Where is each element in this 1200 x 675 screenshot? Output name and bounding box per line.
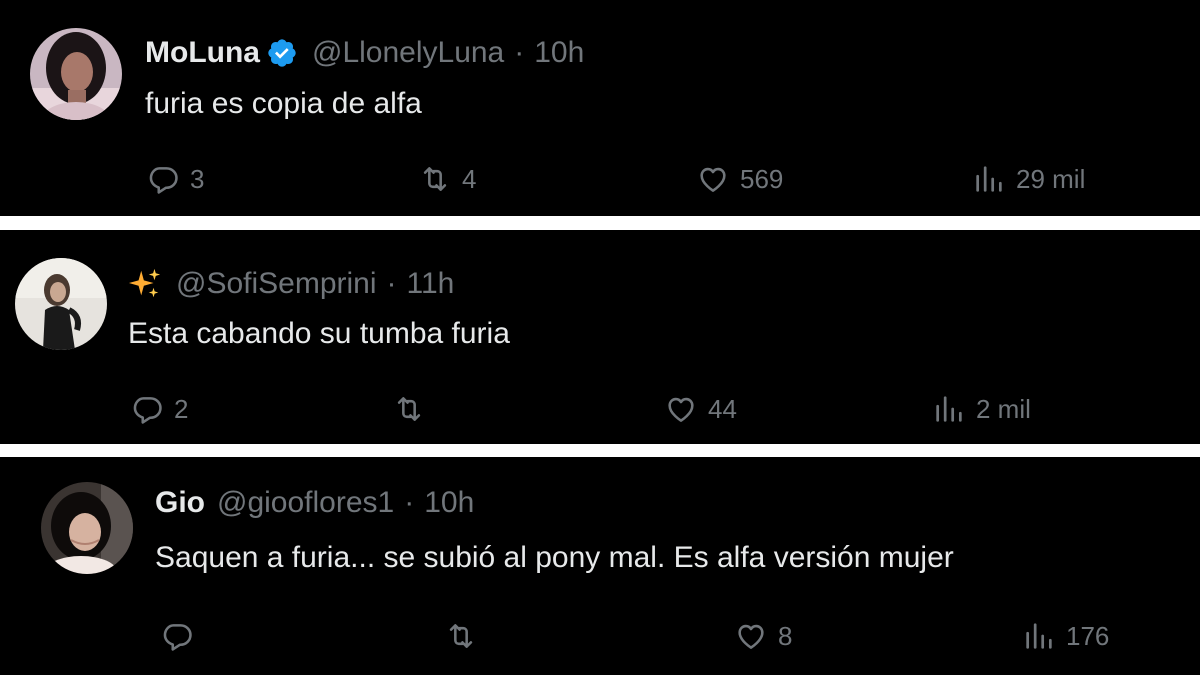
- like-count: 569: [740, 164, 784, 194]
- views-count: 2 mil: [976, 394, 1031, 424]
- tweet-header: @SofiSemprini · 11h: [128, 266, 454, 302]
- heart-icon: [738, 624, 764, 649]
- timestamp[interactable]: 11h: [407, 266, 455, 302]
- views-button[interactable]: 29 mil: [972, 162, 1085, 196]
- retweet-button[interactable]: [392, 392, 436, 426]
- sparkles-icon: [128, 267, 162, 301]
- views-button[interactable]: 2 mil: [932, 392, 1031, 426]
- like-button[interactable]: 8: [734, 619, 792, 653]
- separator-dot: ·: [514, 36, 525, 69]
- tweet-card[interactable]: Gio @giooflores1 · 10h Saquen a furia...…: [0, 457, 1200, 675]
- reply-count: 3: [190, 164, 205, 194]
- views-chart-icon: [1026, 623, 1052, 649]
- views-chart-icon: [976, 166, 1002, 192]
- separator-dot: ·: [404, 486, 415, 519]
- like-button[interactable]: 569: [696, 162, 783, 196]
- verified-badge-icon: [266, 37, 298, 69]
- retweet-button[interactable]: 4: [418, 162, 476, 196]
- reply-icon: [149, 167, 178, 194]
- retweet-count: 4: [462, 164, 477, 194]
- tweet-card[interactable]: MoLuna @LlonelyLuna · 10h furia es copia…: [0, 0, 1200, 216]
- tweet-text: Esta cabando su tumba furia: [128, 317, 510, 350]
- like-count: 8: [778, 621, 793, 651]
- avatar[interactable]: [41, 482, 133, 574]
- user-handle[interactable]: @LlonelyLuna: [312, 35, 504, 71]
- timestamp[interactable]: 10h: [534, 35, 584, 71]
- reply-count: 2: [174, 394, 189, 424]
- display-name[interactable]: Gio: [155, 485, 205, 521]
- avatar[interactable]: [30, 28, 122, 120]
- retweet-icon: [449, 624, 473, 648]
- user-handle[interactable]: @giooflores1: [217, 485, 394, 521]
- tweet-card[interactable]: @SofiSemprini · 11h Esta cabando su tumb…: [0, 230, 1200, 444]
- retweet-icon: [423, 167, 447, 191]
- user-handle[interactable]: @SofiSemprini: [176, 266, 377, 302]
- tweet-text: Saquen a furia... se subió al pony mal. …: [155, 541, 954, 574]
- retweet-icon: [397, 397, 421, 421]
- separator-dot: ·: [386, 267, 397, 300]
- avatar[interactable]: [15, 258, 107, 350]
- views-count: 176: [1066, 621, 1110, 651]
- heart-icon: [700, 167, 726, 192]
- like-button[interactable]: 44: [664, 392, 737, 426]
- retweet-button[interactable]: [444, 619, 488, 653]
- timestamp[interactable]: 10h: [424, 485, 474, 521]
- like-count: 44: [708, 394, 737, 424]
- tweet-text: furia es copia de alfa: [145, 87, 422, 120]
- reply-button[interactable]: [160, 619, 204, 653]
- display-name[interactable]: MoLuna: [145, 35, 260, 71]
- views-chart-icon: [936, 396, 962, 422]
- views-count: 29 mil: [1016, 164, 1086, 194]
- reply-button[interactable]: 2: [130, 392, 188, 426]
- heart-icon: [668, 397, 694, 422]
- views-button[interactable]: 176: [1022, 619, 1109, 653]
- tweet-header: MoLuna @LlonelyLuna · 10h: [145, 35, 584, 71]
- reply-icon: [163, 624, 192, 651]
- tweet-header: Gio @giooflores1 · 10h: [155, 485, 474, 521]
- reply-button[interactable]: 3: [146, 162, 204, 196]
- reply-icon: [133, 397, 162, 424]
